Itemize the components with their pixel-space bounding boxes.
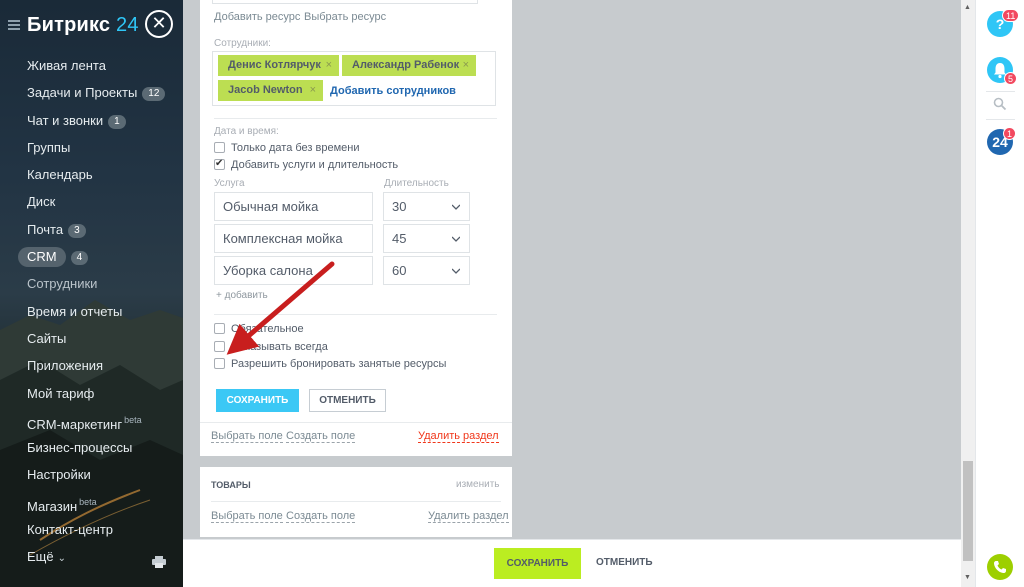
sidebar-item-disk[interactable]: Диск [0, 188, 183, 215]
add-resource-link[interactable]: Добавить ресурс [214, 11, 300, 23]
delete-section-link[interactable]: Удалить раздел [428, 510, 509, 523]
vertical-scrollbar[interactable]: ▲ ▼ [961, 0, 975, 587]
sidebar-item-calendar[interactable]: Календарь [0, 161, 183, 188]
count-badge: 1 [108, 114, 126, 129]
beta-label: beta [79, 496, 97, 507]
save-button[interactable]: СОХРАНИТЬ [494, 548, 581, 579]
remove-tag-icon[interactable]: × [310, 80, 316, 101]
sidebar-item-shop[interactable]: Магазин beta [0, 489, 183, 516]
divider [986, 91, 1015, 92]
service-name-input[interactable]: Уборка салона [214, 256, 373, 285]
allow-busy-checkbox-row[interactable]: Разрешить бронировать занятые ресурсы [214, 357, 446, 371]
employee-tag[interactable]: Денис Котлярчук × [218, 55, 339, 76]
show-always-checkbox-row[interactable]: Показывать всегда [214, 340, 328, 354]
cancel-button[interactable]: ОТМЕНИТЬ [596, 557, 653, 568]
bitrix24-logo[interactable]: Битрикс 24 [27, 14, 139, 37]
hamburger-icon[interactable] [8, 20, 20, 30]
divider [214, 118, 497, 119]
sidebar-item-crm-marketing[interactable]: CRM-маркетинг beta [0, 407, 183, 434]
left-sidebar: Битрикс 24 ✕ Живая лента Задачи и Проект… [0, 0, 183, 587]
datetime-label: Дата и время: [214, 126, 279, 137]
required-checkbox[interactable] [214, 323, 225, 334]
duration-select[interactable]: 30 [383, 192, 470, 221]
sidebar-item-live-feed[interactable]: Живая лента [0, 52, 183, 79]
chevron-down-icon [452, 236, 460, 242]
help-count-badge: 11 [1002, 9, 1020, 22]
resource-box-bottom-edge [212, 0, 478, 4]
right-toolbar: ? 11 5 24 1 [975, 0, 1024, 587]
employee-tag[interactable]: Jacob Newton × [218, 80, 323, 101]
notifications-count-badge: 5 [1004, 72, 1018, 85]
choose-field-link[interactable]: Выбрать поле [211, 430, 283, 443]
duration-select[interactable]: 45 [383, 224, 470, 253]
choose-resource-link[interactable]: Выбрать ресурс [304, 11, 386, 23]
show-always-checkbox[interactable] [214, 341, 225, 352]
save-settings-button[interactable]: СОХРАНИТЬ [216, 389, 299, 412]
count-badge: 4 [70, 251, 89, 266]
logo-row: Битрикс 24 ✕ [0, 10, 183, 42]
employees-label: Сотрудники: [214, 38, 271, 49]
sidebar-item-my-plan[interactable]: Мой тариф [0, 380, 183, 407]
allow-busy-checkbox[interactable] [214, 358, 225, 369]
date-only-checkbox-row[interactable]: Только дата без времени [214, 141, 360, 155]
divider [211, 501, 501, 502]
scrollbar-thumb[interactable] [963, 461, 973, 561]
required-checkbox-row[interactable]: Обязательное [214, 322, 304, 336]
close-icon: ✕ [151, 13, 167, 33]
add-service-link[interactable]: + добавить [216, 290, 268, 301]
scroll-down-icon[interactable]: ▼ [964, 574, 971, 581]
edit-goods-link[interactable]: изменить [456, 479, 500, 490]
count-badge: 3 [68, 223, 86, 238]
bitrix24-count-badge: 1 [1003, 127, 1017, 140]
divider [214, 314, 497, 315]
divider [200, 422, 512, 423]
sidebar-item-tasks[interactable]: Задачи и Проекты 12 [0, 79, 183, 106]
sidebar-item-sites[interactable]: Сайты [0, 325, 183, 352]
remove-tag-icon[interactable]: × [326, 55, 332, 76]
close-menu-button[interactable]: ✕ [145, 10, 173, 38]
printer-icon[interactable] [152, 556, 166, 568]
phone-icon [994, 561, 1006, 573]
goods-section-title: ТОВАРЫ [211, 480, 251, 490]
sidebar-menu: Живая лента Задачи и Проекты 12 Чат и зво… [0, 52, 183, 571]
service-column-label: Услуга [214, 178, 245, 189]
call-button[interactable] [987, 554, 1013, 580]
sidebar-item-time-reports[interactable]: Время и отчеты [0, 298, 183, 325]
cancel-settings-button[interactable]: ОТМЕНИТЬ [309, 389, 386, 412]
sidebar-item-contact-center[interactable]: Контакт-центр [0, 516, 183, 543]
sidebar-item-chat[interactable]: Чат и звонки 1 [0, 107, 183, 134]
add-employees-link[interactable]: Добавить сотрудников [330, 85, 456, 97]
remove-tag-icon[interactable]: × [463, 55, 469, 76]
chevron-down-icon [452, 268, 460, 274]
employee-tag[interactable]: Александр Рабенок × [342, 55, 476, 76]
search-icon[interactable] [993, 97, 1007, 111]
create-field-link[interactable]: Создать поле [286, 430, 356, 443]
sidebar-item-employees[interactable]: Сотрудники [0, 270, 183, 297]
sidebar-item-mail[interactable]: Почта 3 [0, 216, 183, 243]
chevron-down-icon: ⌄ [57, 553, 66, 565]
add-services-checkbox-row[interactable]: Добавить услуги и длительность [214, 157, 398, 172]
add-services-checkbox[interactable] [214, 157, 225, 171]
sidebar-item-crm[interactable]: CRM 4 [0, 243, 183, 270]
date-only-checkbox[interactable] [214, 142, 225, 153]
choose-field-link[interactable]: Выбрать поле [211, 510, 283, 523]
scroll-up-icon[interactable]: ▲ [964, 4, 971, 11]
beta-label: beta [124, 414, 142, 425]
goods-section [200, 467, 512, 537]
service-name-input[interactable]: Комплексная мойка [214, 224, 373, 253]
sidebar-item-groups[interactable]: Группы [0, 134, 183, 161]
duration-select[interactable]: 60 [383, 256, 470, 285]
sidebar-item-settings[interactable]: Настройки [0, 461, 183, 488]
chevron-down-icon [452, 204, 460, 210]
create-field-link[interactable]: Создать поле [286, 510, 356, 523]
duration-column-label: Длительность [384, 178, 449, 189]
divider [986, 119, 1015, 120]
delete-section-link[interactable]: Удалить раздел [418, 430, 499, 443]
count-badge: 12 [142, 87, 166, 102]
sidebar-item-bizproc[interactable]: Бизнес-процессы [0, 434, 183, 461]
service-name-input[interactable]: Обычная мойка [214, 192, 373, 221]
sidebar-item-apps[interactable]: Приложения [0, 352, 183, 379]
